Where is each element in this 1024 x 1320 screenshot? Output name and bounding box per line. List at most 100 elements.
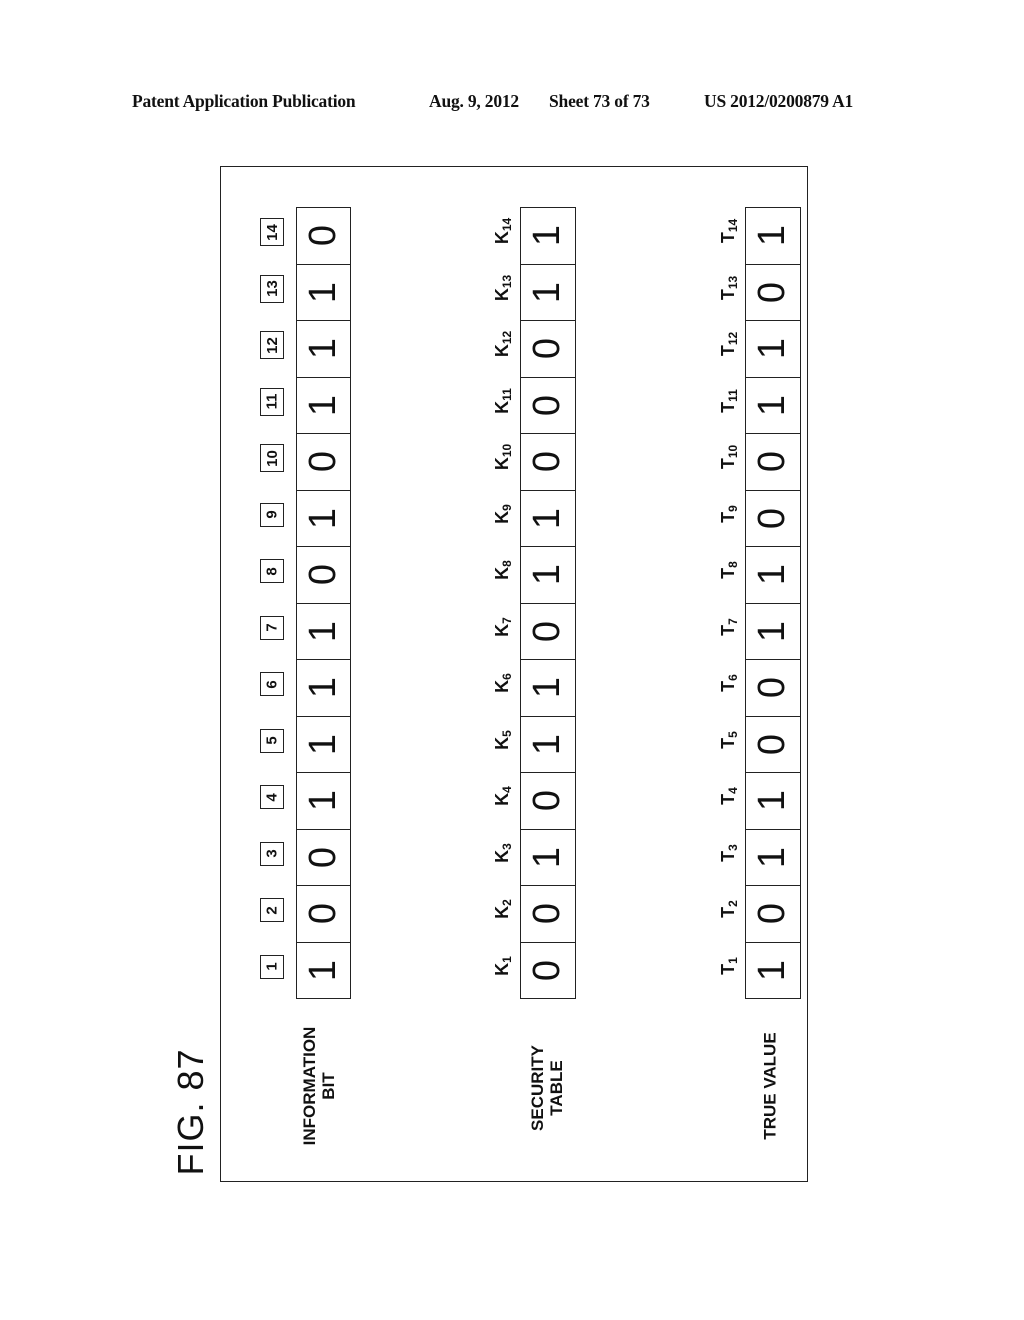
- bit-index-box: 12: [260, 331, 284, 360]
- information-bit-cell: 1: [296, 376, 351, 434]
- row-label-security-table: SECURITY TABLE: [528, 1045, 566, 1131]
- security-table-cell: 1: [520, 489, 576, 547]
- true-value-symbol-label: T9: [718, 504, 740, 523]
- header-publication: Patent Application Publication: [132, 91, 356, 111]
- bit-value: 0: [751, 507, 794, 529]
- row-label-information-bit: INFORMATION BIT: [300, 1027, 338, 1146]
- bit-value: 1: [751, 846, 794, 868]
- row-label-line: SECURITY: [528, 1045, 547, 1131]
- true-value-cell: 1: [745, 941, 801, 999]
- security-table-symbol-label: K11: [492, 387, 514, 414]
- bit-value: 1: [526, 564, 569, 586]
- bit-index-box: 13: [260, 274, 284, 303]
- bit-index-box: 1: [260, 954, 284, 979]
- security-table-symbol-label: K3: [492, 842, 514, 863]
- bit-index-label: 6: [263, 680, 281, 689]
- bit-value: 0: [751, 451, 794, 473]
- bit-value: 0: [526, 790, 569, 812]
- security-table-cell: 0: [520, 885, 576, 943]
- bit-value: 1: [301, 338, 344, 360]
- true-value-symbol-label: T13: [718, 275, 740, 300]
- information-bit-cell: 1: [296, 489, 351, 547]
- row-label-line: BIT: [319, 1072, 338, 1100]
- bit-index-box: 11: [260, 387, 284, 416]
- true-value-symbol-label: T12: [718, 332, 740, 357]
- bit-index-label: 8: [263, 567, 281, 576]
- true-value-cell: 0: [745, 263, 801, 321]
- bit-value: 0: [526, 451, 569, 473]
- true-value-cell: 1: [745, 376, 801, 434]
- true-value-symbol-label: T10: [718, 445, 740, 470]
- bit-value: 0: [751, 677, 794, 699]
- bit-value: 1: [301, 959, 344, 981]
- bit-value: 1: [301, 507, 344, 529]
- security-table-symbol-label: K9: [492, 503, 514, 524]
- true-value-symbol-label: T1: [718, 956, 740, 975]
- bit-value: 0: [751, 733, 794, 755]
- true-value-symbol-label: T4: [718, 787, 740, 806]
- bit-index-label: 7: [263, 623, 281, 632]
- true-value-symbol-label: T14: [718, 219, 740, 244]
- true-value-symbol-label: T5: [718, 730, 740, 749]
- true-value-cell: 1: [745, 207, 801, 265]
- bit-index-label: 1: [263, 962, 281, 971]
- bit-index-label: 10: [263, 449, 281, 467]
- bit-index-box: 3: [260, 841, 284, 866]
- true-value-symbol-label: T7: [718, 617, 740, 636]
- bit-value: 1: [751, 564, 794, 586]
- true-value-cell: 0: [745, 659, 801, 717]
- bit-value: 1: [751, 790, 794, 812]
- bit-index-box: 6: [260, 672, 284, 697]
- bit-value: 0: [751, 903, 794, 925]
- bit-index-box: 9: [260, 502, 284, 527]
- security-table-symbol-label: K14: [492, 218, 514, 245]
- bit-value: 1: [301, 394, 344, 416]
- true-value-cell: 1: [745, 602, 801, 660]
- bit-index-box: 7: [260, 615, 284, 640]
- bit-value: 1: [526, 846, 569, 868]
- security-table-symbol-label: K1: [492, 955, 514, 976]
- header-sheet: Sheet 73 of 73: [549, 91, 650, 111]
- bit-value: 0: [301, 903, 344, 925]
- bit-value: 0: [301, 564, 344, 586]
- bit-value: 0: [526, 338, 569, 360]
- bit-value: 1: [751, 620, 794, 642]
- information-bit-cell: 1: [296, 715, 351, 773]
- true-value-cell: 1: [745, 828, 801, 886]
- security-table-cell: 1: [520, 263, 576, 321]
- information-bit-cell: 0: [296, 546, 351, 604]
- true-value-cell: 0: [745, 489, 801, 547]
- bit-value: 1: [301, 677, 344, 699]
- true-value-cell: 0: [745, 885, 801, 943]
- information-bit-cell: 1: [296, 263, 351, 321]
- bit-index-box: 8: [260, 559, 284, 584]
- true-value-symbol-label: T11: [718, 388, 740, 413]
- bit-value: 0: [526, 620, 569, 642]
- bit-value: 0: [526, 394, 569, 416]
- bit-value: 0: [301, 451, 344, 473]
- security-table-symbol-label: K2: [492, 899, 514, 920]
- bit-index-label: 3: [263, 849, 281, 858]
- figure-label: FIG. 87: [170, 1048, 211, 1176]
- security-table-cell: 1: [520, 207, 576, 265]
- row-label-true-value: TRUE VALUE: [761, 1032, 780, 1139]
- security-table-cell: 0: [520, 941, 576, 999]
- security-table-symbol-label: K6: [492, 673, 514, 694]
- information-bit-cell: 1: [296, 772, 351, 830]
- security-table-cell: 1: [520, 828, 576, 886]
- true-value-cell: 1: [745, 772, 801, 830]
- bit-index-box: 5: [260, 728, 284, 753]
- security-table-symbol-label: K4: [492, 786, 514, 807]
- bit-value: 1: [526, 677, 569, 699]
- information-bit-cell: 1: [296, 941, 351, 999]
- bit-value: 0: [301, 846, 344, 868]
- bit-value: 1: [526, 733, 569, 755]
- true-value-cell: 1: [745, 546, 801, 604]
- bit-index-label: 11: [263, 393, 281, 410]
- bit-value: 1: [301, 620, 344, 642]
- security-table-cell: 0: [520, 433, 576, 491]
- information-bit-cell: 1: [296, 659, 351, 717]
- security-table-cell: 1: [520, 715, 576, 773]
- bit-value: 0: [301, 225, 344, 247]
- information-bit-cell: 0: [296, 885, 351, 943]
